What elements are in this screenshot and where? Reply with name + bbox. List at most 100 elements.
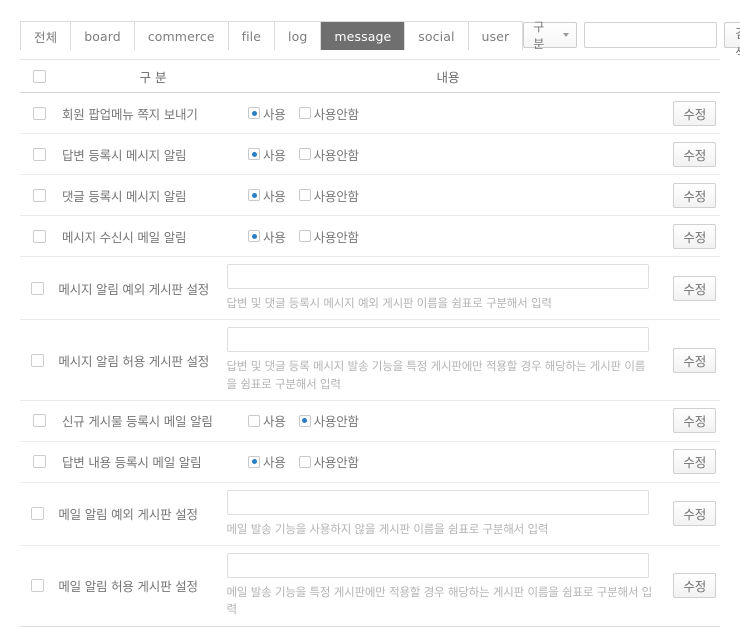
setting-label: 메시지 수신시 메일 알림	[62, 229, 187, 245]
setting-value-cell: 사용 사용안함	[248, 138, 648, 171]
edit-button[interactable]: 수정	[673, 100, 716, 126]
row-select-cell	[20, 455, 58, 469]
row-checkbox[interactable]	[32, 229, 46, 243]
column-header-gubun: 구 분	[139, 69, 167, 85]
tab-commerce[interactable]: commerce	[134, 22, 229, 50]
radio-label: 사용안함	[313, 147, 359, 163]
board-names-input[interactable]	[226, 264, 649, 289]
radio-indicator[interactable]	[248, 230, 260, 242]
row-action-cell: 수정	[655, 501, 720, 527]
setting-value-cell: 사용 사용안함	[248, 97, 648, 130]
radio-option-unused[interactable]: 사용안함	[298, 411, 359, 430]
tab-social[interactable]: social	[405, 22, 469, 50]
radio-option-use[interactable]: 사용	[248, 227, 286, 246]
edit-button[interactable]: 수정	[673, 449, 716, 475]
row-checkbox[interactable]	[30, 353, 44, 367]
edit-button[interactable]: 수정	[673, 141, 716, 167]
tab-message[interactable]: message	[321, 22, 406, 50]
tab-전체[interactable]: 전체	[21, 22, 72, 50]
setting-value-cell: 사용 사용안함	[248, 404, 648, 437]
radio-indicator[interactable]	[298, 230, 311, 242]
row-action-cell: 수정	[655, 573, 720, 599]
table-row: 메시지 알림 허용 게시판 설정 답변 및 댓글 등록 메시지 발송 기능을 특정…	[20, 320, 720, 401]
row-action-cell: 수정	[648, 223, 720, 249]
select-all-checkbox[interactable]	[32, 69, 46, 83]
select-all-cell	[20, 69, 58, 83]
radio-option-unused[interactable]: 사용안함	[298, 452, 359, 471]
radio-dot-icon	[251, 459, 257, 465]
tab-user[interactable]: user	[468, 22, 523, 50]
edit-button[interactable]: 수정	[673, 408, 716, 434]
tab-log[interactable]: log	[275, 22, 322, 50]
search-group: 구 분 검색	[523, 20, 740, 60]
setting-label: 메일 알림 예외 게시판 설정	[58, 507, 198, 523]
edit-button[interactable]: 수정	[673, 275, 717, 301]
radio-dot-icon	[302, 418, 308, 424]
board-names-input[interactable]	[226, 553, 649, 578]
table-row: 회원 팝업메뉴 쪽지 보내기 사용 사용안함 수정	[20, 93, 720, 134]
row-select-cell	[20, 281, 54, 295]
radio-indicator[interactable]	[298, 148, 311, 160]
radio-option-use[interactable]: 사용	[248, 186, 286, 205]
radio-indicator[interactable]	[248, 414, 260, 427]
settings-table: 구 분 내용 회원 팝업메뉴 쪽지 보내기 사용 사용안함 수정 답변 등록시 메시지 …	[20, 60, 720, 627]
search-input[interactable]	[584, 22, 718, 48]
edit-button[interactable]: 수정	[673, 573, 717, 599]
tab-file[interactable]: file	[228, 22, 276, 50]
row-action-cell: 수정	[655, 347, 720, 373]
radio-option-unused[interactable]: 사용안함	[298, 145, 359, 164]
edit-button[interactable]: 수정	[673, 182, 716, 208]
row-action-cell: 수정	[648, 182, 720, 208]
radio-label: 사용안함	[313, 188, 359, 204]
edit-button[interactable]: 수정	[673, 347, 717, 373]
tab-board[interactable]: board	[71, 22, 135, 50]
setting-label: 답변 등록시 메시지 알림	[62, 147, 187, 163]
chevron-down-icon	[563, 33, 570, 37]
row-checkbox[interactable]	[32, 147, 46, 161]
radio-indicator[interactable]	[248, 189, 260, 201]
tab-label: log	[288, 28, 308, 44]
row-checkbox[interactable]	[32, 455, 46, 469]
row-action-cell: 수정	[655, 275, 720, 301]
radio-dot-icon	[251, 233, 257, 239]
radio-option-use[interactable]: 사용	[248, 452, 286, 471]
setting-label: 답변 내용 등록시 메일 알림	[62, 455, 202, 471]
tab-label: file	[241, 28, 262, 44]
row-checkbox[interactable]	[32, 414, 46, 428]
row-checkbox[interactable]	[32, 188, 46, 202]
edit-button[interactable]: 수정	[673, 223, 716, 249]
radio-option-use[interactable]: 사용	[248, 411, 286, 430]
row-checkbox[interactable]	[30, 507, 44, 521]
radio-indicator[interactable]	[248, 148, 260, 160]
table-row: 댓글 등록시 메시지 알림 사용 사용안함 수정	[20, 175, 720, 216]
radio-label: 사용	[263, 414, 286, 430]
usage-radio-group: 사용 사용안함	[248, 145, 648, 164]
row-checkbox[interactable]	[30, 281, 44, 295]
row-action-cell: 수정	[648, 141, 720, 167]
radio-indicator[interactable]	[298, 189, 311, 201]
radio-option-use[interactable]: 사용	[248, 104, 286, 123]
setting-label: 회원 팝업메뉴 쪽지 보내기	[62, 106, 198, 122]
toolbar: 전체 board commerce file log message social user …	[20, 20, 740, 60]
search-field-select[interactable]: 구 분	[523, 20, 578, 51]
search-button[interactable]: 검색	[724, 22, 740, 60]
radio-indicator[interactable]	[298, 455, 311, 468]
radio-indicator[interactable]	[298, 414, 311, 427]
tab-label: message	[334, 28, 392, 44]
radio-indicator[interactable]	[298, 107, 311, 119]
search-field-select-label: 구 분	[533, 20, 545, 51]
edit-button[interactable]: 수정	[673, 501, 717, 527]
setting-label: 메시지 알림 예외 게시판 설정	[58, 281, 210, 297]
radio-option-unused[interactable]: 사용안함	[298, 104, 359, 123]
row-checkbox[interactable]	[32, 106, 46, 120]
board-names-input[interactable]	[226, 327, 649, 353]
radio-option-unused[interactable]: 사용안함	[298, 227, 359, 246]
radio-option-unused[interactable]: 사용안함	[298, 186, 359, 205]
board-names-input[interactable]	[226, 489, 649, 515]
setting-value-cell: 메일 발송 기능을 사용하지 않을 게시판 이름을 쉼표로 구분해서 입력	[226, 483, 655, 545]
radio-indicator[interactable]	[248, 455, 260, 468]
radio-indicator[interactable]	[248, 107, 260, 119]
usage-radio-group: 사용 사용안함	[248, 186, 648, 205]
radio-option-use[interactable]: 사용	[248, 145, 286, 164]
row-checkbox[interactable]	[30, 579, 44, 593]
